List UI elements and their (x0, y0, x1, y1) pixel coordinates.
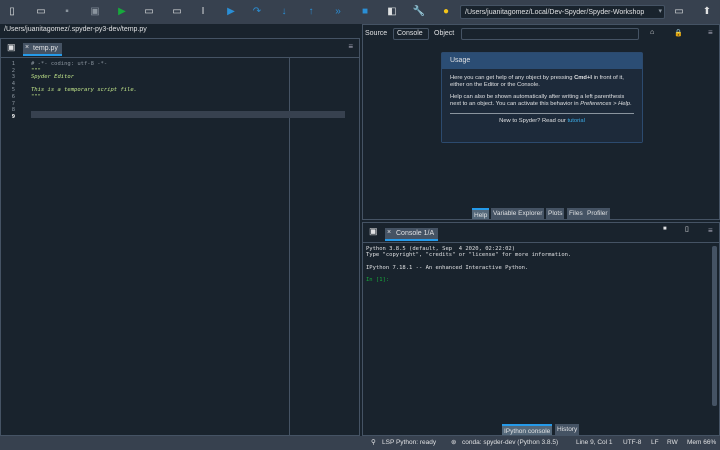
tab-ipython-console[interactable]: IPython console (502, 424, 553, 435)
open-file-icon[interactable]: ▭ (34, 5, 48, 19)
clipboard-icon[interactable]: ▯ (685, 225, 689, 233)
line-number: 4 (11, 80, 15, 87)
new-file-icon[interactable]: ▯ (5, 5, 19, 19)
code-text: This is a temporary script file. (31, 87, 137, 94)
stop-kernel-icon[interactable]: ■ (663, 226, 667, 232)
options-menu-icon[interactable]: ≡ (708, 28, 713, 37)
code-text: # -*- coding: utf-8 -*- (31, 61, 108, 67)
source-value: Console (397, 30, 423, 37)
browse-folder-icon[interactable]: ▭ (672, 5, 686, 19)
run-cell-icon[interactable]: ▭ (142, 5, 156, 19)
run-icon[interactable]: ▶ (115, 5, 129, 19)
tutorial-link[interactable]: tutorial (567, 118, 584, 124)
usage-paragraph-2: Help can also be shown automatically aft… (450, 94, 632, 107)
browse-tabs-icon[interactable]: ▣ (7, 42, 16, 53)
maximize-pane-icon[interactable]: ◧ (385, 5, 399, 19)
line-number: 6 (11, 93, 15, 100)
tab-history[interactable]: History (555, 424, 580, 435)
editor-tab-temp-py[interactable]: × temp.py (23, 43, 62, 56)
code-text: Spyder Editor (31, 74, 75, 81)
conda-icon: ⊛ (451, 439, 457, 446)
chevron-down-icon[interactable]: ▾ (658, 6, 662, 17)
console-pane: ▣ × Console 1/A ■ ▯ ≡ Python 3.8.5 (defa… (362, 222, 720, 436)
object-label: Object (434, 30, 455, 37)
source-select[interactable]: Console (393, 28, 429, 40)
code-line: 2 """ (1, 68, 137, 75)
code-editor[interactable]: 1 # -*- coding: utf-8 -*- 2 """ 3 Spyder Edit… (1, 57, 359, 436)
tab-label: temp.py (33, 45, 58, 52)
python-icon[interactable]: ● (439, 5, 453, 19)
tab-profiler[interactable]: Profiler (585, 208, 610, 219)
code-lines: 1 # -*- coding: utf-8 -*- 2 """ 3 Spyder Edit… (1, 61, 137, 120)
code-line: 7 (1, 101, 137, 108)
usage-box: Usage Here you can get help of any objec… (441, 52, 643, 143)
line-number: 3 (11, 74, 15, 81)
code-line: 5 This is a temporary script file. (1, 87, 137, 94)
browse-tabs-icon[interactable]: ▣ (369, 226, 378, 237)
working-directory-input[interactable]: /Users/juanitagomez/Local/Dev-Spyder/Spy… (460, 5, 665, 19)
tab-variable-explorer[interactable]: Variable Explorer (491, 208, 545, 219)
home-icon[interactable]: ⌂ (650, 29, 654, 36)
rw-status: RW (667, 439, 678, 446)
console-scrollbar[interactable] (712, 246, 717, 406)
run-selection-icon[interactable]: I (196, 5, 210, 19)
line-number: 5 (11, 87, 15, 94)
console-tab[interactable]: × Console 1/A (385, 228, 439, 241)
code-line: 4 (1, 81, 137, 88)
help-pane: Source Console Object ⌂ 🔒 ≡ Usage Here y… (362, 24, 720, 220)
line-number: 8 (11, 107, 15, 114)
step-into-icon[interactable]: ↓ (277, 5, 291, 19)
code-line: 8 (1, 107, 137, 114)
line-number: 7 (11, 100, 15, 107)
line-number: 2 (11, 67, 15, 74)
options-menu-icon[interactable]: ≡ (348, 42, 353, 51)
run-cell-advance-icon[interactable]: ▭ (170, 5, 184, 19)
code-line: 6 """ (1, 94, 137, 101)
step-icon[interactable]: ↷ (250, 5, 264, 19)
cursor-position: Line 9, Col 1 (576, 439, 613, 446)
save-all-icon[interactable]: ▣ (88, 5, 102, 19)
tab-plots[interactable]: Plots (546, 208, 565, 219)
code-line: 3 Spyder Editor (1, 74, 137, 81)
code-line: 1 # -*- coding: utf-8 -*- (1, 61, 137, 68)
code-text: """ (31, 93, 41, 100)
tab-files[interactable]: Files (567, 208, 585, 219)
memory-status: Mem 66% (687, 439, 717, 446)
console-output[interactable]: Python 3.8.5 (default, Sep 4 2020, 02:22… (363, 242, 719, 423)
parent-directory-icon[interactable]: ⬆ (700, 5, 714, 19)
console-prompt[interactable]: In [1]: (366, 277, 571, 283)
eol-status: LF (651, 439, 659, 446)
line-number: 1 (11, 61, 15, 67)
main-toolbar: ▯ ▭ ▪ ▣ ▶ ▭ ▭ I ▶ ↷ ↓ ↑ » ■ ◧ 🔧 ● /Users… (0, 0, 720, 24)
encoding-status: UTF-8 (623, 439, 642, 446)
editor-file-path: /Users/juanitagomez/.spyder-py3-dev/temp… (0, 24, 360, 37)
console-line: Type "copyright", "credits" or "license"… (366, 252, 572, 259)
debug-icon[interactable]: ▶ (224, 5, 238, 19)
options-menu-icon[interactable]: ≡ (708, 226, 713, 235)
status-bar: ⚲ LSP Python: ready ⊛ conda: spyder-dev … (0, 436, 720, 450)
close-tab-icon[interactable]: × (387, 229, 391, 236)
lsp-status: LSP Python: ready (382, 439, 437, 446)
usage-footer: New to Spyder? Read our tutorial (499, 118, 585, 124)
step-return-icon[interactable]: ↑ (304, 5, 318, 19)
tab-help[interactable]: Help (472, 208, 490, 219)
usage-title: Usage (442, 53, 642, 69)
wrench-icon[interactable]: 🔧 (412, 5, 426, 19)
usage-paragraph-1: Here you can get help of any object by p… (450, 75, 624, 88)
source-label: Source (365, 30, 388, 37)
continue-icon[interactable]: » (331, 5, 345, 19)
conda-status: conda: spyder-dev (Python 3.8.5) (462, 439, 559, 446)
lock-icon[interactable]: 🔒 (674, 29, 683, 37)
lsp-icon: ⚲ (371, 439, 376, 446)
code-text: """ (31, 67, 41, 74)
tab-label: Console 1/A (396, 230, 435, 237)
cwd-value: /Users/juanitagomez/Local/Dev-Spyder/Spy… (465, 9, 645, 16)
close-tab-icon[interactable]: × (25, 44, 29, 51)
current-line-number: 9 (11, 113, 15, 120)
stop-icon[interactable]: ■ (358, 5, 372, 19)
save-file-icon[interactable]: ▪ (60, 5, 74, 19)
object-input[interactable] (461, 28, 639, 40)
editor-pane: ▣ × temp.py ≡ 1 # -*- coding: utf-8 -*- 2 "… (0, 38, 360, 436)
